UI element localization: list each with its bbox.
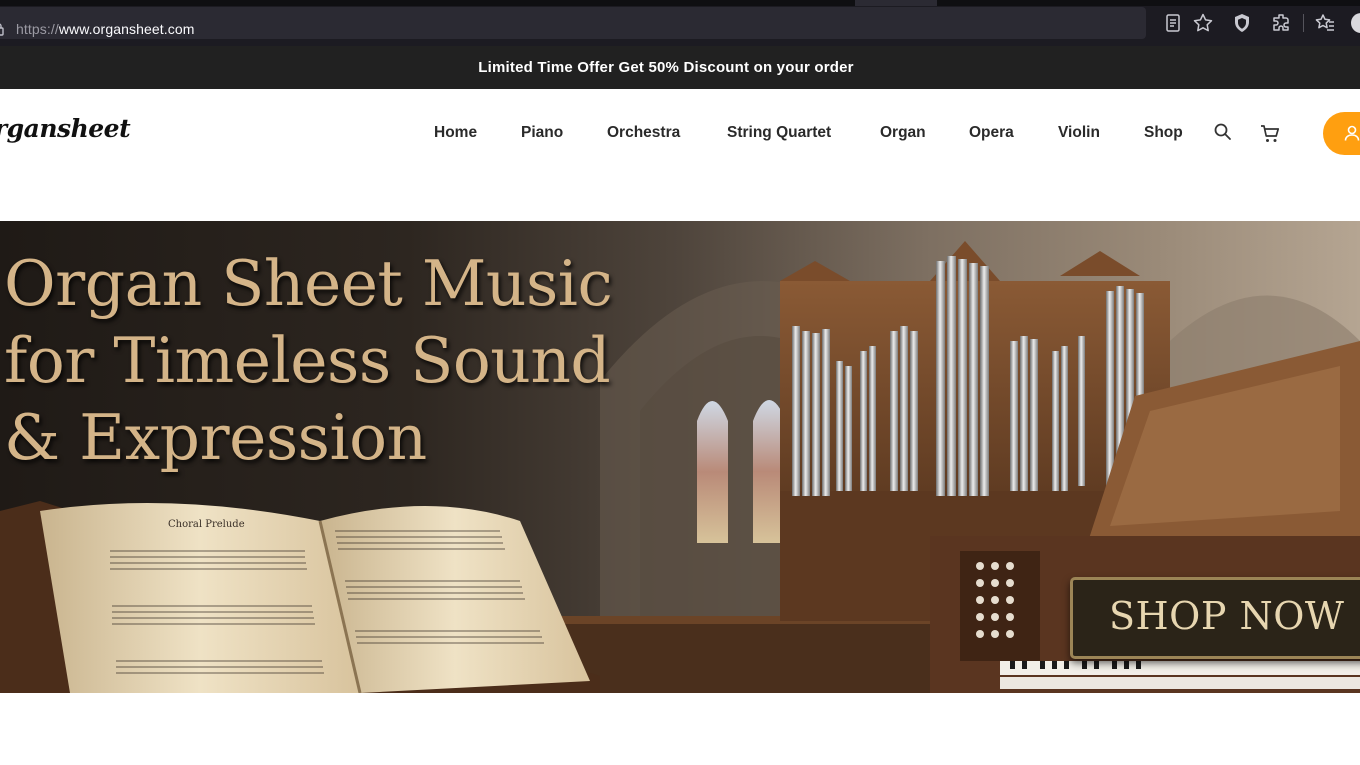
headline-line-3: & Expression: [4, 401, 427, 474]
nav-orchestra[interactable]: Orchestra: [607, 124, 680, 142]
nav-organ[interactable]: Organ: [880, 124, 926, 142]
cart-icon[interactable]: [1260, 124, 1280, 144]
hero-banner[interactable]: Choral Prelude Organ Sheet Music for Tim…: [0, 221, 1360, 693]
nav-violin[interactable]: Violin: [1058, 124, 1100, 142]
nav-home[interactable]: Home: [434, 124, 477, 142]
url-text[interactable]: https://www.organsheet.com: [16, 21, 194, 37]
shop-now-button[interactable]: SHOP NOW: [1070, 577, 1360, 659]
site-logo[interactable]: rgansheet: [0, 114, 131, 143]
extensions-icon[interactable]: [1270, 12, 1292, 34]
profile-avatar-icon[interactable]: [1351, 13, 1360, 33]
toolbar-separator: [1303, 14, 1304, 32]
bookmark-star-icon[interactable]: [1192, 12, 1214, 34]
shield-extension-icon[interactable]: [1231, 12, 1253, 34]
account-button[interactable]: [1323, 112, 1360, 155]
headline-line-1: Organ Sheet Music: [4, 247, 613, 320]
promo-banner: Limited Time Offer Get 50% Discount on y…: [0, 46, 1360, 89]
nav-piano[interactable]: Piano: [521, 124, 563, 142]
reader-view-icon[interactable]: [1162, 12, 1184, 34]
browser-toolbar: https://www.organsheet.com: [0, 0, 1360, 46]
promo-text: Limited Time Offer Get 50% Discount on y…: [478, 59, 854, 76]
address-bar[interactable]: https://www.organsheet.com: [0, 7, 1146, 39]
hero-headline: Organ Sheet Music for Timeless Sound & E…: [4, 245, 613, 476]
nav-string-quartet[interactable]: String Quartet: [727, 124, 831, 142]
search-icon[interactable]: [1213, 122, 1233, 142]
shop-now-label: SHOP NOW: [1109, 594, 1345, 638]
tab-strip: [0, 0, 1360, 6]
lock-icon[interactable]: [0, 22, 4, 36]
user-icon: [1344, 125, 1360, 141]
nav-shop[interactable]: Shop: [1144, 124, 1183, 142]
book-title: Choral Prelude: [168, 519, 245, 530]
headline-line-2: for Timeless Sound: [4, 324, 611, 397]
nav-opera[interactable]: Opera: [969, 124, 1014, 142]
bookmarks-menu-icon[interactable]: [1314, 12, 1336, 34]
active-tab[interactable]: [855, 0, 937, 6]
